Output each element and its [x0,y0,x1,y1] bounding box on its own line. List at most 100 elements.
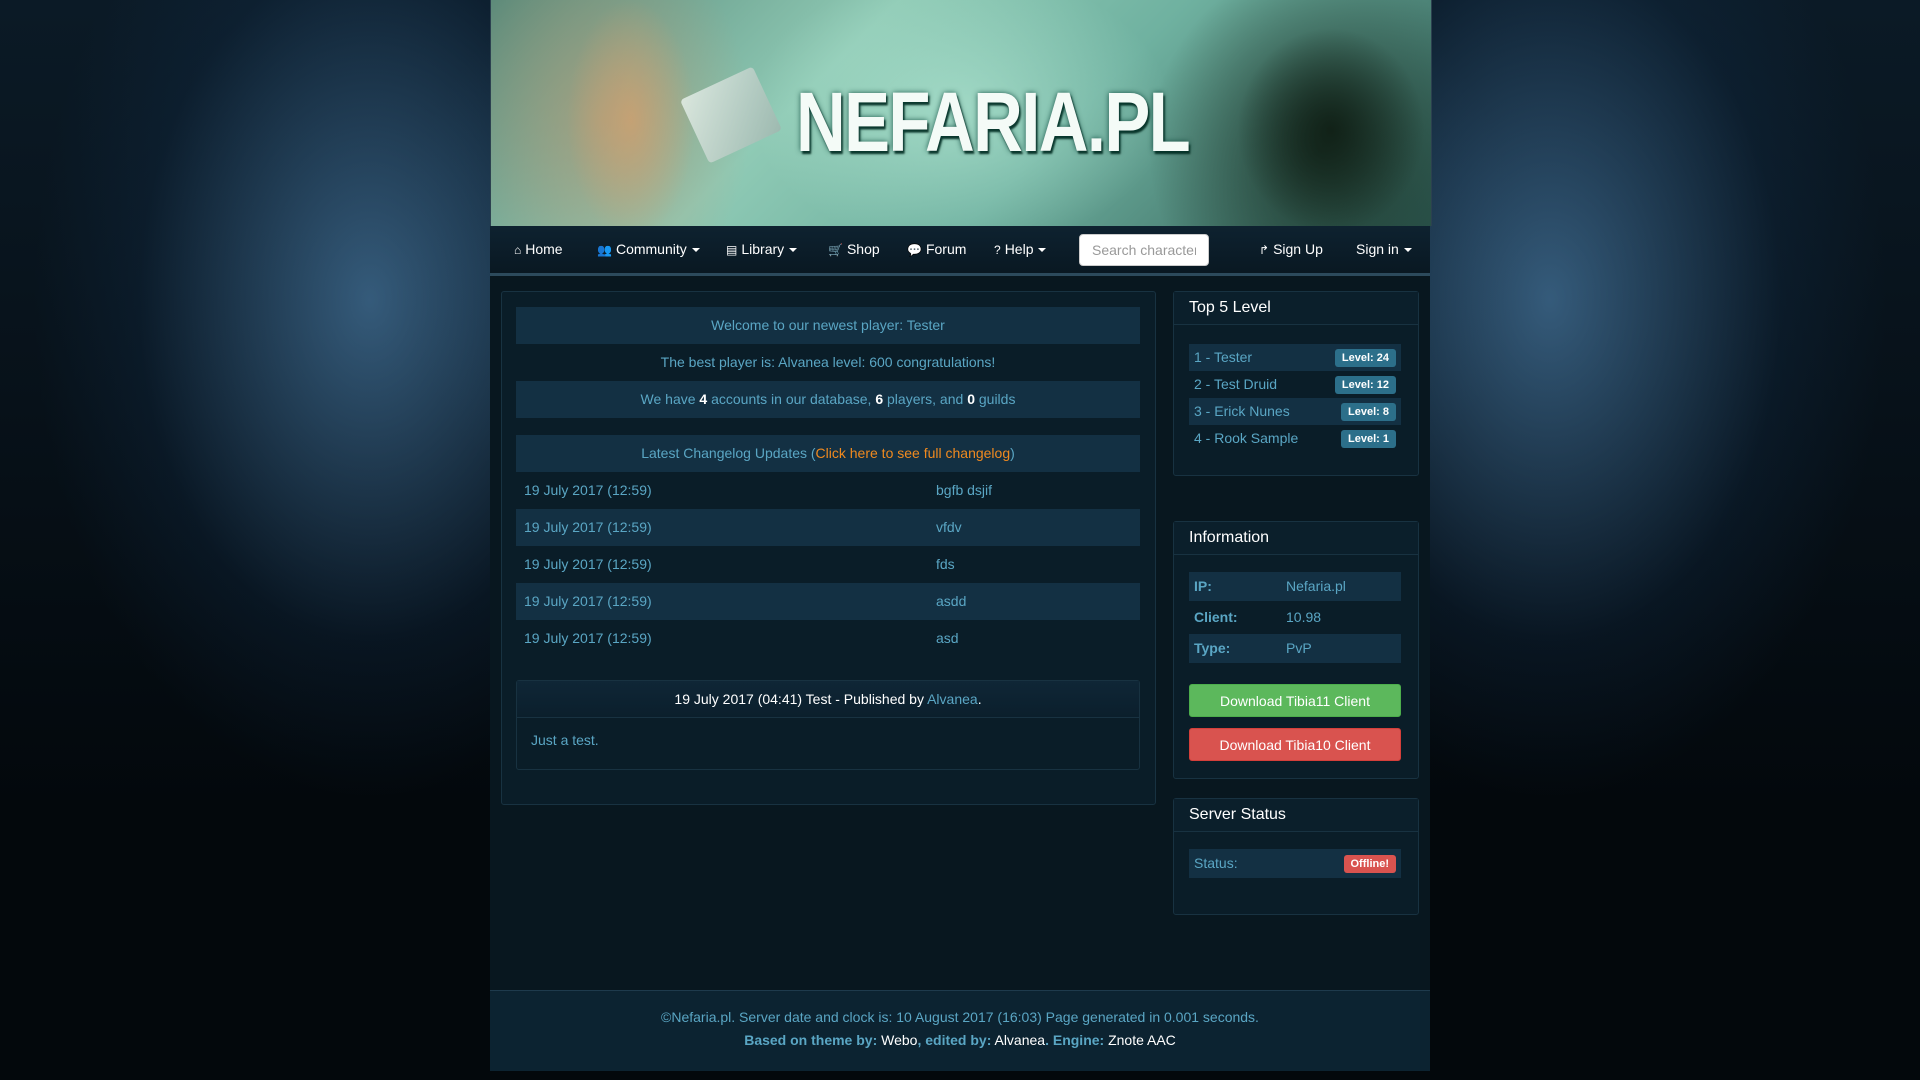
top5-row[interactable]: 2 - Test Druid Level: 12 [1189,371,1401,398]
changelog-title: Latest Changelog Updates ( [641,445,816,461]
top5-panel: Top 5 Level 1 - Tester Level: 24 2 - Tes… [1173,291,1419,476]
nav-signup[interactable]: ↱ Sign Up [1259,226,1323,273]
info-row-type: Type: PvP [1189,634,1401,663]
changelog-row: 19 July 2017 (12:59) asdd [516,583,1140,620]
nav-shop-label: Shop [846,241,880,257]
changelog-date: 19 July 2017 (12:59) [524,593,652,609]
footer-label: Based on theme by: [744,1032,878,1048]
chevron-down-icon [789,248,798,253]
nav-forum-label: Forum [925,241,967,257]
changelog-text: fds [936,556,955,572]
server-status-label: Status: [1194,855,1238,871]
newest-player-prefix: Welcome to our newest player: [711,317,907,333]
changelog-paren: ) [1010,445,1015,461]
download-tibia10-button[interactable]: Download Tibia10 Client [1189,728,1401,761]
main-panel: Welcome to our newest player: Tester The… [501,291,1156,805]
changelog-row: 19 July 2017 (12:59) bgfb dsjif [516,472,1140,509]
nav-home[interactable]: ⌂ Home [514,226,563,273]
news-title: 19 July 2017 (04:41) Test - Published by [674,691,928,707]
changelog-text: asdd [936,593,967,609]
info-row-ip: IP: Nefaria.pl [1189,572,1401,601]
changelog-date: 19 July 2017 (12:59) [524,482,652,498]
changelog-date: 19 July 2017 (12:59) [524,556,652,572]
changelog-text: bgfb dsjif [936,482,993,498]
info-key: Client: [1194,609,1238,625]
changelog-header: Latest Changelog Updates (Click here to … [516,435,1140,472]
content-area: Welcome to our newest player: Tester The… [490,276,1430,990]
database-stats-row: We have 4 accounts in our database, 6 pl… [516,381,1140,418]
level-badge: Level: 12 [1334,376,1396,394]
footer-server-info: ©Nefaria.pl. Server date and clock is: 1… [661,1009,1259,1025]
news-body: Just a test. [531,732,599,748]
footer-label: Engine: [1052,1032,1105,1048]
stats-text: accounts in our database, [707,391,876,407]
search-character-input[interactable] [1079,234,1209,266]
changelog-text: vfdv [936,519,962,535]
question-icon: ? [994,243,1001,257]
page-container: NEFARIA.PL ⌂ Home 👥 Community ▤ Library 🛒 Sh… [490,0,1432,1071]
nav-shop[interactable]: 🛒 Shop [828,226,880,273]
information-panel: Information IP: Nefaria.pl Client: 10.98… [1173,521,1419,779]
server-status-row: Status: Offline! [1189,849,1401,878]
stats-text: guilds [974,391,1016,407]
top5-player-name: 2 - Test Druid [1194,376,1277,392]
top5-row[interactable]: 4 - Rook Sample Level: 1 [1189,425,1401,452]
site-logo[interactable]: NEFARIA.PL [796,80,1191,164]
nav-forum[interactable]: 💬 Forum [907,226,966,273]
top5-row[interactable]: 1 - Tester Level: 24 [1189,344,1401,371]
cart-icon: 🛒 [828,243,843,257]
nav-signup-label: Sign Up [1273,241,1323,257]
changelog-row: 19 July 2017 (12:59) asd [516,620,1140,657]
nav-community[interactable]: 👥 Community [597,226,700,273]
news-title-end: . [977,691,982,707]
nav-help-label: Help [1004,241,1034,257]
info-value: 10.98 [1286,609,1322,625]
players-count: 6 [875,391,884,407]
footer-credits: Based on theme by: Webo, edited by: Alva… [744,1032,1176,1048]
top5-player-name: 3 - Erick Nunes [1194,403,1290,419]
share-icon: ↱ [1259,243,1270,257]
best-player-link[interactable]: Alvanea level: 600 congratulations! [778,354,995,370]
changelog-row: 19 July 2017 (12:59) fds [516,546,1140,583]
newest-player-row: Welcome to our newest player: Tester [516,307,1140,344]
level-badge: Level: 1 [1341,430,1396,448]
nav-community-label: Community [615,241,687,257]
home-icon: ⌂ [514,243,522,257]
news-author-link[interactable]: Alvanea [927,691,978,707]
info-key: IP: [1194,578,1212,594]
server-status-title: Server Status [1174,799,1418,832]
level-badge: Level: 8 [1341,403,1396,421]
nav-library[interactable]: ▤ Library [726,226,798,273]
information-title: Information [1174,522,1418,555]
news-post: 19 July 2017 (04:41) Test - Published by… [516,680,1140,770]
book-icon: ▤ [726,243,738,257]
changelog-text: asd [936,630,959,646]
full-changelog-link[interactable]: Click here to see full changelog [816,445,1011,461]
nav-home-label: Home [525,241,563,257]
page-footer: ©Nefaria.pl. Server date and clock is: 1… [490,990,1430,1071]
nav-signin[interactable]: Sign in [1356,226,1412,273]
changelog-date: 19 July 2017 (12:59) [524,630,652,646]
newest-player-link[interactable]: Tester [907,317,945,333]
info-key: Type: [1194,640,1231,656]
nav-signin-label: Sign in [1356,241,1399,257]
footer-theme-author[interactable]: Webo [881,1032,917,1048]
changelog-row: 19 July 2017 (12:59) vfdv [516,509,1140,546]
status-badge: Offline! [1343,855,1396,873]
download-tibia11-button[interactable]: Download Tibia11 Client [1189,684,1401,717]
nav-help[interactable]: ? Help [994,226,1047,273]
header-banner: NEFARIA.PL [490,0,1432,226]
top5-row[interactable]: 3 - Erick Nunes Level: 8 [1189,398,1401,425]
banner-dragon-figure [1201,20,1431,226]
top5-player-name: 4 - Rook Sample [1194,430,1299,446]
info-row-client: Client: 10.98 [1189,603,1401,632]
info-value: Nefaria.pl [1286,578,1346,594]
news-header: 19 July 2017 (04:41) Test - Published by… [517,681,1139,718]
footer-label: edited by: [925,1032,992,1048]
users-icon: 👥 [597,243,612,257]
footer-engine[interactable]: Znote AAC [1108,1032,1176,1048]
best-player-prefix: The best player is: [660,354,779,370]
footer-editor[interactable]: Alvanea [994,1032,1045,1048]
top5-player-name: 1 - Tester [1194,349,1253,365]
info-value: PvP [1286,640,1312,656]
